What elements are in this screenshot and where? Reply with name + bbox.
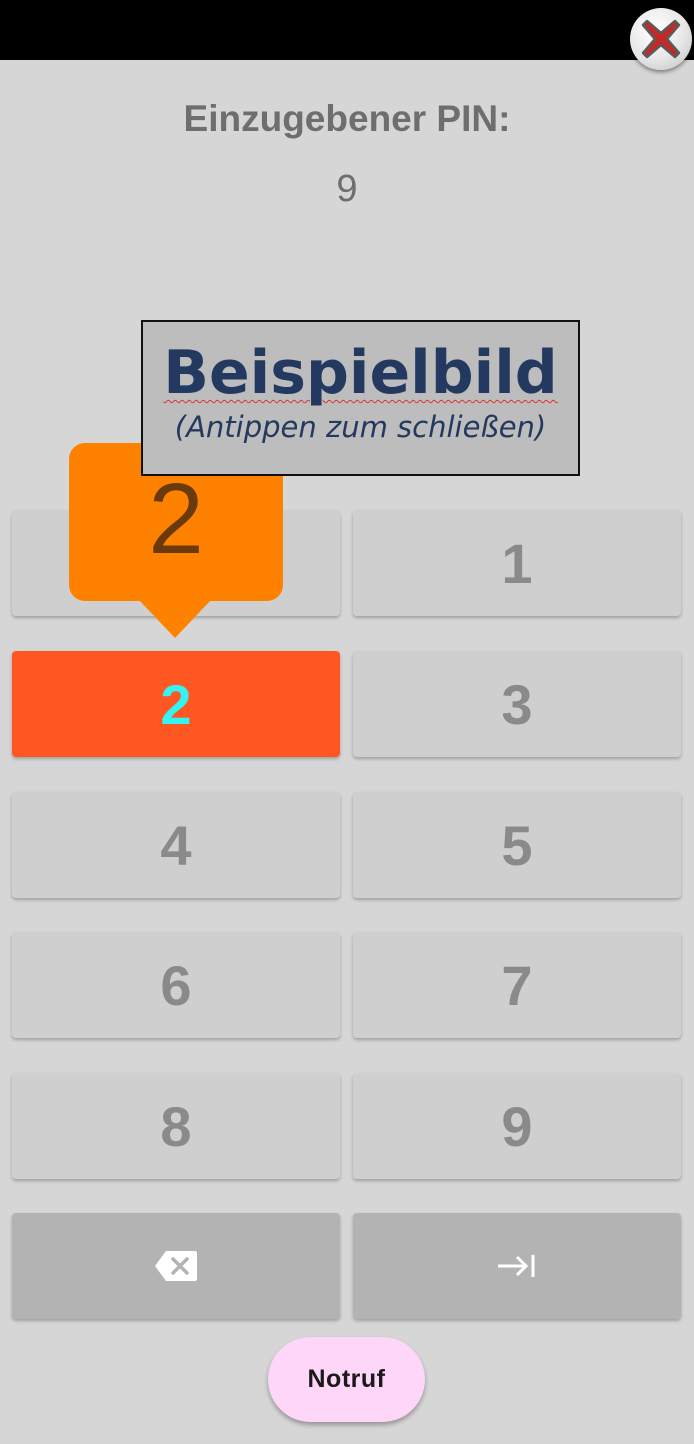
close-button[interactable] [630, 8, 692, 70]
key-5[interactable]: 5 [353, 792, 681, 898]
status-bar [0, 0, 694, 60]
key-1[interactable]: 1 [353, 510, 681, 616]
close-icon [641, 19, 681, 59]
tab-arrow-icon [498, 1255, 535, 1277]
pressed-key-popup-tail [139, 600, 211, 638]
backspace-button[interactable] [12, 1213, 340, 1319]
key-6[interactable]: 6 [12, 932, 340, 1038]
key-3[interactable]: 3 [353, 651, 681, 757]
pin-value: 9 [336, 168, 358, 210]
next-button[interactable] [353, 1213, 681, 1319]
key-2[interactable]: 2 [12, 651, 340, 757]
key-4[interactable]: 4 [12, 792, 340, 898]
key-9[interactable]: 9 [353, 1073, 681, 1179]
emergency-call-button[interactable]: Notruf [268, 1337, 425, 1422]
key-7[interactable]: 7 [353, 932, 681, 1038]
pressed-key-popup-value: 2 [148, 462, 204, 575]
sample-image-overlay[interactable]: Beispielbild (Antippen zum schließen) [141, 320, 580, 476]
key-8[interactable]: 8 [12, 1073, 340, 1179]
backspace-icon [155, 1251, 197, 1281]
sample-image-hint: (Antippen zum schließen) [174, 410, 547, 444]
sample-image-title: Beispielbild [163, 338, 558, 408]
pin-title: Einzugebener PIN: [183, 98, 511, 139]
